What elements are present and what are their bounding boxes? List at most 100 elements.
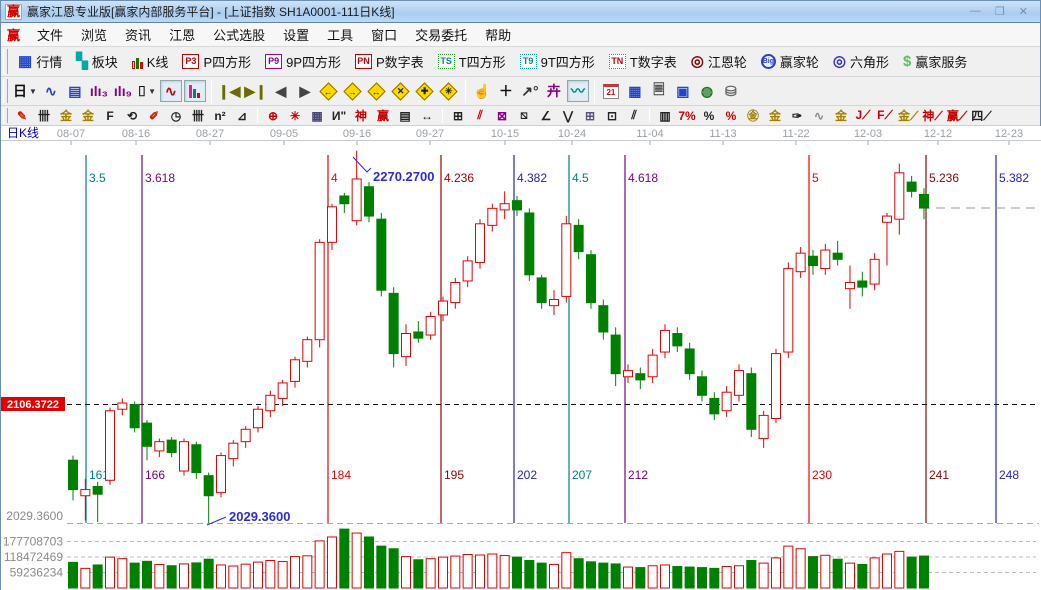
purple-tool-button[interactable]: 卉	[543, 80, 565, 102]
menu-item-8[interactable]: 交易委托	[406, 23, 476, 46]
wave-lines-tool[interactable]: ∿	[809, 107, 829, 125]
calendar-button[interactable]: 21	[600, 80, 622, 102]
four-angle-tool[interactable]: 四⟋	[970, 107, 992, 125]
cycle-clock-tool[interactable]: ◷	[166, 107, 186, 125]
angle-tool[interactable]: ∠	[536, 107, 556, 125]
gold-ul-tool[interactable]: 金	[831, 107, 851, 125]
ruler-tool[interactable]: ▤	[395, 107, 415, 125]
hexagon-button[interactable]: ◎六角形	[826, 49, 896, 74]
parallel-tool[interactable]: ⫽	[624, 107, 644, 125]
gold-angle-tool[interactable]: 金⟋	[897, 107, 919, 125]
percent-tool[interactable]: %	[699, 107, 719, 125]
zoom-all-button[interactable]: ✳	[438, 80, 460, 102]
histogram-button[interactable]	[184, 80, 206, 102]
gold-line2-tool[interactable]: 金	[78, 107, 98, 125]
export-button[interactable]: ◍	[696, 80, 718, 102]
percent-ul-tool[interactable]: %	[721, 107, 741, 125]
menu-item-7[interactable]: 窗口	[362, 23, 406, 46]
trade-cart-button[interactable]: ⛁	[720, 80, 742, 102]
p-square-button[interactable]: P3P四方形	[175, 49, 258, 74]
vee-tool[interactable]: ⋁	[558, 107, 578, 125]
bars-percent-tool[interactable]: ▥	[655, 107, 675, 125]
target-tool[interactable]: ⊕	[263, 107, 283, 125]
shen-angle-tool[interactable]: 神⟋	[921, 107, 943, 125]
shift-right-button[interactable]: →	[342, 80, 364, 102]
menu-item-3[interactable]: 江恩	[160, 23, 204, 46]
spiral-tool[interactable]: ⟲	[122, 107, 142, 125]
brush-tool[interactable]: ✎	[12, 107, 32, 125]
menu-item-5[interactable]: 设置	[274, 23, 318, 46]
circled-gold-tool[interactable]: ㊎	[743, 107, 763, 125]
gann-box-tool[interactable]: ⊞	[448, 107, 468, 125]
ying-angle-tool[interactable]: 赢⟋	[946, 107, 968, 125]
crosshair-button[interactable]: ＋	[495, 80, 517, 102]
maximize-button[interactable]: ❐	[995, 5, 1005, 18]
dot-grid-tool[interactable]: ⊞	[580, 107, 600, 125]
fib-f-tool[interactable]: F	[100, 107, 120, 125]
prev-button[interactable]: ◀	[270, 80, 292, 102]
zoom-in-button[interactable]: ✚	[414, 80, 436, 102]
percent-line-tool[interactable]: 7%	[677, 107, 697, 125]
menu-item-0[interactable]: 文件	[28, 23, 72, 46]
j-angle-tool[interactable]: J⟋	[853, 107, 873, 125]
gann-wheel-button[interactable]: ◎江恩轮	[684, 49, 754, 74]
menu-item-6[interactable]: 工具	[318, 23, 362, 46]
menu-item-1[interactable]: 浏览	[72, 23, 116, 46]
measure-tool[interactable]: ↔	[417, 107, 437, 125]
period-selector[interactable]: 日▼	[12, 80, 38, 102]
expand-button[interactable]: ↔	[366, 80, 388, 102]
candle-style-selector[interactable]: ⌷▼	[136, 80, 158, 102]
hash-lines-tool[interactable]: 卌	[188, 107, 208, 125]
gann-lines-tool[interactable]: 卌	[34, 107, 54, 125]
compress-button[interactable]: ✕	[390, 80, 412, 102]
teal-scribble-button[interactable]: 〰	[567, 80, 589, 102]
minimize-button[interactable]: —	[970, 5, 981, 18]
winner-service-button[interactable]: $赢家服务	[896, 49, 974, 74]
toolbar-gripper[interactable]	[3, 79, 8, 103]
sectors-button[interactable]: ▚板块	[69, 49, 125, 74]
grid-net-tool[interactable]: ▦	[307, 107, 327, 125]
gold-line-tool[interactable]: 金	[56, 107, 76, 125]
quotes-button[interactable]: ▦行情	[11, 49, 69, 74]
starburst-tool[interactable]: ✳	[285, 107, 305, 125]
fan-square-tool[interactable]: ⧅	[514, 107, 534, 125]
ying-tool[interactable]: 赢	[373, 107, 393, 125]
pen-dots-tool[interactable]: ✐	[144, 107, 164, 125]
flag-tool[interactable]: ⊿	[232, 107, 252, 125]
info-doc-button[interactable]: ▤	[64, 80, 86, 102]
next-button[interactable]: ▶	[294, 80, 316, 102]
calculator-button[interactable]: ▦	[624, 80, 646, 102]
trend-curve-button[interactable]: ∿	[40, 80, 62, 102]
red-wave-button[interactable]: ∿	[160, 80, 182, 102]
f-angle-tool[interactable]: F⟋	[875, 107, 895, 125]
t-square-button[interactable]: TST四方形	[431, 49, 513, 74]
first-page-button[interactable]: ❙◀	[217, 80, 242, 102]
winner-wheel-button[interactable]: Big赢家轮	[754, 49, 826, 74]
candle-pen-tool[interactable]: ✑	[787, 107, 807, 125]
boxed-grid-tool[interactable]: ⊡	[602, 107, 622, 125]
gold-rule-tool[interactable]: 金	[765, 107, 785, 125]
p-number-button[interactable]: PNP数字表	[348, 49, 431, 74]
shen-tool[interactable]: 神	[351, 107, 371, 125]
save-button[interactable]: ▣	[672, 80, 694, 102]
bars3-button[interactable]: ılı₃	[88, 80, 110, 102]
wave-mark-tool[interactable]: И"	[329, 107, 349, 125]
bars9-button[interactable]: ılı₉	[112, 80, 134, 102]
toolbar-gripper[interactable]	[3, 49, 8, 74]
notepad-button[interactable]: 🗏	[648, 80, 670, 102]
t-number-button[interactable]: TNT数字表	[602, 49, 684, 74]
fan-tool[interactable]: ⫽	[470, 107, 490, 125]
candlestick-chart-canvas[interactable]: 日K线08-0708-1608-2709-0509-1609-2710-1510…	[1, 126, 1041, 590]
menu-item-9[interactable]: 帮助	[476, 23, 520, 46]
shift-left-button[interactable]: ←	[318, 80, 340, 102]
pan-hand-button[interactable]: ☝	[471, 80, 493, 102]
kline-button[interactable]: K线	[125, 49, 176, 74]
nine-t-square-button[interactable]: T99T四方形	[513, 49, 602, 74]
menu-item-4[interactable]: 公式选股	[204, 23, 274, 46]
n-squared-tool[interactable]: n²	[210, 107, 230, 125]
close-button[interactable]: ✕	[1019, 5, 1028, 18]
nine-p-square-button[interactable]: P99P四方形	[258, 49, 348, 74]
fan-box-tool[interactable]: ⊠	[492, 107, 512, 125]
menu-item-2[interactable]: 资讯	[116, 23, 160, 46]
toolbar-gripper[interactable]	[3, 108, 8, 123]
